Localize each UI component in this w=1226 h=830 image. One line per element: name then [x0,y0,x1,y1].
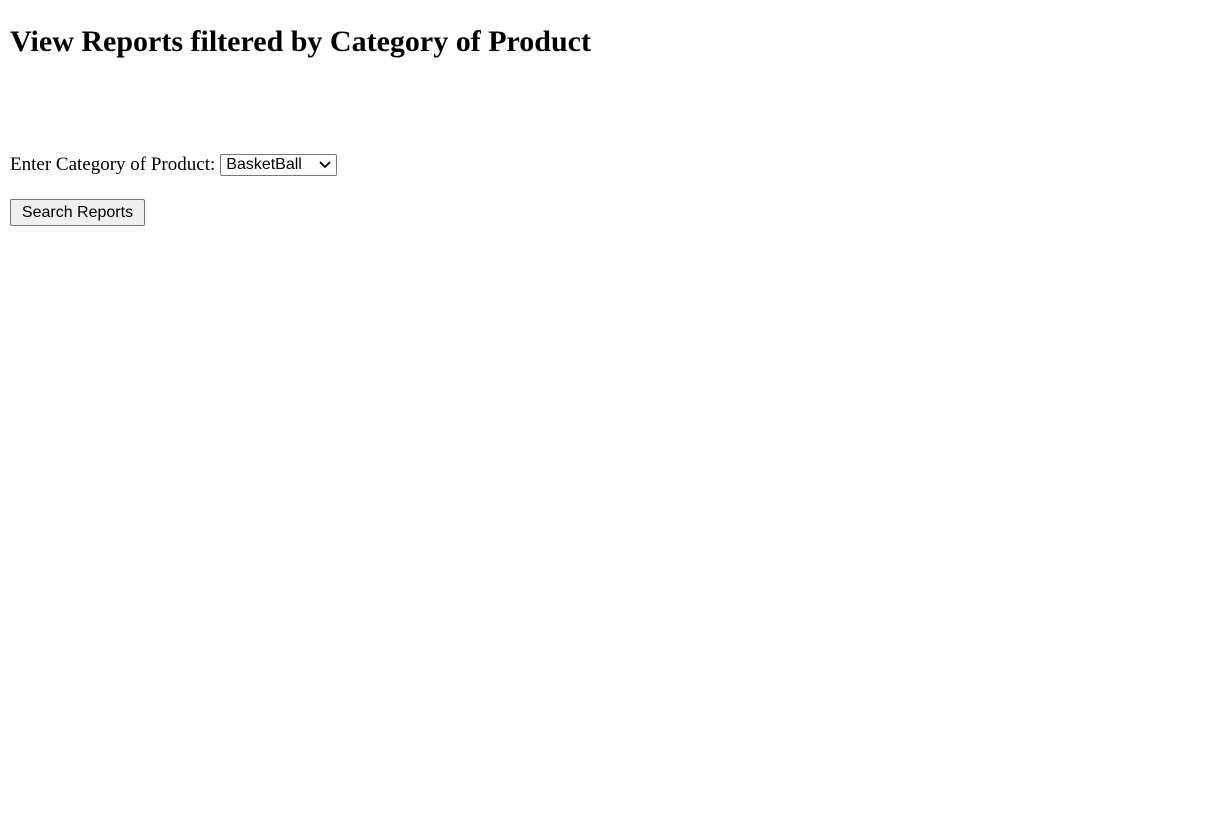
category-select[interactable]: BasketBall [220,154,338,176]
category-label: Enter Category of Product: [10,154,216,175]
search-reports-button[interactable]: Search Reports [10,199,145,226]
category-form-row: Enter Category of Product: BasketBall [10,153,338,177]
chevron-down-icon [319,161,331,168]
category-select-value: BasketBall [226,156,302,173]
page-title: View Reports filtered by Category of Pro… [10,25,591,58]
